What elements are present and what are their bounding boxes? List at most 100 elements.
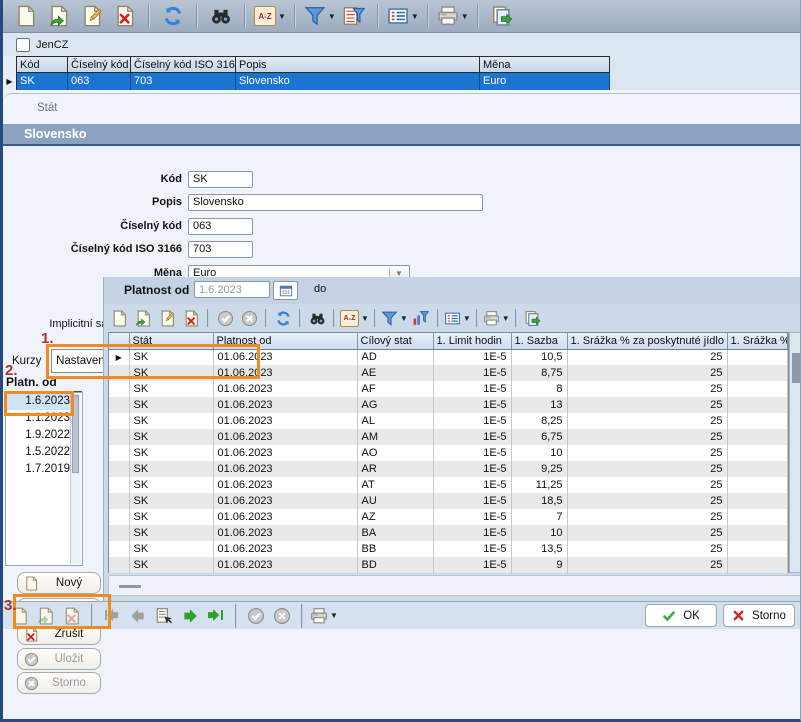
rates-grid-row[interactable]: SK01.06.2023AU1E-518,525: [109, 493, 788, 509]
print-rates-button[interactable]: ▼: [483, 307, 510, 329]
country-grid-selected-row[interactable]: ▶ SK 063 703 Slovensko Euro: [3, 73, 801, 90]
ciselny-kod-field[interactable]: 063: [188, 218, 253, 235]
rates-vertical-scrollbar-thumb[interactable]: [792, 353, 800, 383]
rates-column-header[interactable]: 1. Srážka % za poskytnuté jídlo - snídan…: [567, 333, 727, 349]
dates-scrollbar-thumb[interactable]: [72, 395, 79, 473]
chevron-down-icon[interactable]: ▼: [361, 314, 369, 323]
export-button[interactable]: [487, 2, 517, 30]
rates-column-header[interactable]: Stát: [129, 333, 213, 349]
rates-grid-row[interactable]: SK01.06.2023AF1E-5825: [109, 381, 788, 397]
columns-rates-button[interactable]: ▼: [444, 307, 471, 329]
date-item[interactable]: 1.7.2019: [6, 461, 70, 478]
print-button[interactable]: ▼: [437, 2, 469, 30]
edit-rate-button[interactable]: [156, 307, 178, 329]
delete-bottom-button[interactable]: [60, 604, 84, 628]
novy-button[interactable]: Nový: [17, 572, 101, 594]
export-rates-button[interactable]: [522, 307, 544, 329]
iso-field[interactable]: 703: [188, 241, 253, 258]
country-grid: Kód Číselný kód Číselný kód ISO 3166 Pop…: [3, 56, 801, 90]
platnost-od-field[interactable]: 1.6.2023: [194, 281, 270, 298]
select-record-button[interactable]: [152, 604, 176, 628]
rates-grid-row[interactable]: SK01.06.2023AM1E-56,7525: [109, 429, 788, 445]
date-item[interactable]: 1.6.2023: [6, 393, 70, 410]
apply-button[interactable]: [214, 307, 236, 329]
chevron-down-icon[interactable]: ▼: [463, 314, 471, 323]
find-rates-button[interactable]: [306, 307, 328, 329]
sort-az-button[interactable]: A-Z▼: [254, 2, 286, 30]
date-item[interactable]: 1.9.2022: [6, 427, 70, 444]
rates-horizontal-scrollbar[interactable]: [108, 575, 801, 596]
chevron-down-icon[interactable]: ▼: [502, 314, 510, 323]
annotation-step-1: 1.: [41, 330, 54, 347]
popis-field[interactable]: Slovensko: [188, 194, 483, 211]
record-title-bar: Slovensko: [3, 124, 801, 146]
rates-column-header[interactable]: 1. Srážka % za pos: [727, 333, 788, 349]
chevron-down-icon[interactable]: ▼: [400, 314, 408, 323]
chevron-down-icon[interactable]: ▼: [330, 611, 338, 620]
rates-grid-row[interactable]: SK01.06.2023AT1E-511,2525: [109, 477, 788, 493]
row-indicator-icon: ▶: [3, 73, 17, 90]
rates-column-header[interactable]: 1. Limit hodin: [433, 333, 511, 349]
chevron-down-icon[interactable]: ▼: [411, 12, 419, 21]
rates-grid-row[interactable]: SK01.06.2023AZ1E-5725: [109, 509, 788, 525]
new-record-button[interactable]: [11, 2, 41, 30]
kod-field[interactable]: SK: [188, 171, 253, 188]
edit-record-button[interactable]: [77, 2, 107, 30]
dates-scrollbar[interactable]: [70, 394, 81, 564]
rates-grid-row[interactable]: SK01.06.2023AO1E-51025: [109, 445, 788, 461]
columns-button[interactable]: ▼: [387, 2, 419, 30]
last-record-button[interactable]: [204, 604, 228, 628]
rates-column-header[interactable]: Platnost od: [213, 333, 357, 349]
sort-az-rates-button[interactable]: A-Z▼: [340, 307, 369, 329]
chevron-down-icon[interactable]: ▼: [278, 12, 286, 21]
rates-horizontal-scrollbar-thumb[interactable]: [119, 585, 141, 588]
column-header-kod[interactable]: Kód: [17, 56, 68, 73]
new-rate-button[interactable]: [108, 307, 130, 329]
rates-grid-row[interactable]: ▶SK01.06.2023AD1E-510,525: [109, 349, 788, 365]
jencz-checkbox[interactable]: [16, 38, 30, 52]
rates-column-header[interactable]: Cílový stat: [357, 333, 433, 349]
rates-grid-row[interactable]: SK01.06.2023AL1E-58,2525: [109, 413, 788, 429]
rates-grid-row[interactable]: SK01.06.2023AG1E-51325: [109, 397, 788, 413]
ulozit-button[interactable]: Uložit: [17, 648, 101, 670]
next-record-button[interactable]: [178, 604, 202, 628]
previous-record-button[interactable]: [126, 604, 150, 628]
copy-bottom-button[interactable]: [34, 604, 58, 628]
cancel-bottom-button[interactable]: [270, 604, 294, 628]
refresh-button[interactable]: [158, 2, 188, 30]
toolbar-separator: [244, 4, 246, 28]
print-bottom-button[interactable]: ▼: [310, 604, 338, 628]
delete-rate-button[interactable]: [180, 307, 202, 329]
date-item[interactable]: 1.5.2022: [6, 444, 70, 461]
column-header-popis[interactable]: Popis: [236, 56, 480, 73]
cancel-button[interactable]: [238, 307, 260, 329]
storno-button[interactable]: Storno: [723, 604, 795, 627]
copy-record-button[interactable]: [44, 2, 74, 30]
column-header-ciselny-kod[interactable]: Číselný kód: [68, 56, 131, 73]
rates-column-header[interactable]: 1. Sazba: [511, 333, 567, 349]
chevron-down-icon[interactable]: ▼: [328, 12, 336, 21]
filter-rates-button[interactable]: ▼: [381, 307, 408, 329]
rates-vertical-scrollbar[interactable]: [789, 332, 801, 573]
date-item[interactable]: 1.1.2023: [6, 410, 70, 427]
delete-record-button[interactable]: [110, 2, 140, 30]
filter-button[interactable]: ▼: [304, 2, 336, 30]
copy-rate-button[interactable]: [132, 307, 154, 329]
refresh-rates-button[interactable]: [272, 307, 294, 329]
storno-side-button[interactable]: Storno: [17, 672, 101, 694]
rates-grid-row[interactable]: SK01.06.2023BA1E-51025: [109, 525, 788, 541]
find-button[interactable]: [206, 2, 236, 30]
rates-grid-row[interactable]: SK01.06.2023BB1E-513,525: [109, 541, 788, 557]
rates-grid-row[interactable]: SK01.06.2023AR1E-59,2525: [109, 461, 788, 477]
column-header-iso[interactable]: Číselný kód ISO 3166: [131, 56, 236, 73]
chevron-down-icon[interactable]: ▼: [461, 12, 469, 21]
filter-chart-button[interactable]: [410, 307, 432, 329]
calendar-button[interactable]: [273, 281, 298, 300]
column-header-mena[interactable]: Měna: [480, 56, 610, 73]
first-record-button[interactable]: [100, 604, 124, 628]
rates-grid-row[interactable]: SK01.06.2023BD1E-5925: [109, 557, 788, 573]
apply-bottom-button[interactable]: [244, 604, 268, 628]
rates-grid-row[interactable]: SK01.06.2023AE1E-58,7525: [109, 365, 788, 381]
ok-button[interactable]: OK: [645, 604, 717, 627]
filter-edit-button[interactable]: [339, 2, 369, 30]
